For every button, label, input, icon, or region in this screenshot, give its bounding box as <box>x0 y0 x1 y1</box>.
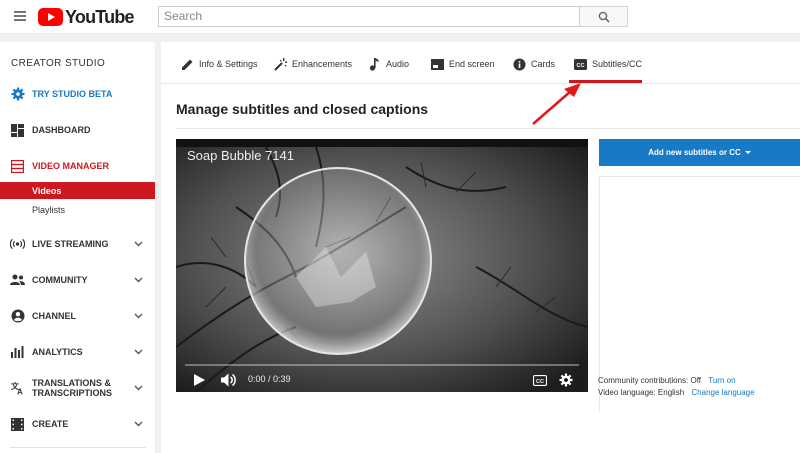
tab-label: Audio <box>386 59 410 69</box>
menu-icon[interactable] <box>14 11 26 21</box>
sidebar-item-community[interactable]: COMMUNITY <box>0 270 155 290</box>
sidebar-item-live-streaming[interactable]: LIVE STREAMING <box>0 234 155 254</box>
page-title: Manage subtitles and closed captions <box>176 101 429 117</box>
account-icon <box>10 309 25 324</box>
gear-icon <box>10 87 25 102</box>
sidebar-divider <box>10 447 146 448</box>
settings-gear-icon[interactable] <box>559 372 573 388</box>
end-screen-icon <box>430 57 444 71</box>
top-bar: YouTube Search <box>0 0 800 34</box>
tab-enhancements[interactable]: Enhancements <box>273 56 352 72</box>
tab-label: Info & Settings <box>199 59 258 69</box>
sidebar: CREATOR STUDIO TRY STUDIO BETA DASHBOARD… <box>0 42 155 453</box>
play-icon[interactable] <box>194 372 205 388</box>
player-controls: 0:00 / 0:39 CC <box>176 368 588 392</box>
sidebar-item-channel[interactable]: CHANNEL <box>0 306 155 326</box>
cc-icon: CC <box>573 57 587 71</box>
chevron-down-icon[interactable] <box>133 347 143 357</box>
volume-icon[interactable] <box>221 372 237 388</box>
sidebar-item-label: ANALYTICS <box>32 347 83 357</box>
chevron-down-icon[interactable] <box>133 311 143 321</box>
tab-label: Enhancements <box>292 59 353 69</box>
community-contributions-status: Community contributions: Off <box>598 376 702 385</box>
chevron-down-icon[interactable] <box>133 239 143 249</box>
video-player[interactable]: Soap Bubble 7141 0:00 / 0:39 CC <box>176 139 588 392</box>
video-manager-icon <box>10 159 25 174</box>
creator-studio-title: CREATOR STUDIO <box>11 58 106 69</box>
video-thumbnail <box>176 147 588 392</box>
sidebar-item-analytics[interactable]: ANALYTICS <box>0 342 155 362</box>
sidebar-item-label: COMMUNITY <box>32 275 88 285</box>
music-note-icon <box>367 57 381 71</box>
tab-end-screen[interactable]: End screen <box>430 56 495 72</box>
add-subtitles-label: Add new subtitles or CC <box>648 148 741 157</box>
time-display: 0:00 / 0:39 <box>248 374 291 384</box>
svg-text:CC: CC <box>576 62 584 68</box>
bar-chart-icon <box>10 345 25 360</box>
svg-text:CC: CC <box>536 378 544 384</box>
youtube-play-icon <box>38 8 63 26</box>
sidebar-item-label: LIVE STREAMING <box>32 239 109 249</box>
chevron-down-icon[interactable] <box>133 275 143 285</box>
sidebar-subitem-videos[interactable]: Videos <box>0 182 155 199</box>
tab-audio[interactable]: Audio <box>367 56 409 72</box>
logo-text: YouTube <box>65 6 135 27</box>
sidebar-item-try-studio-beta[interactable]: TRY STUDIO BETA <box>0 84 155 104</box>
pencil-icon <box>180 57 194 71</box>
dashboard-icon <box>10 123 25 138</box>
change-language-link[interactable]: Change language <box>691 388 754 397</box>
chevron-down-icon[interactable] <box>133 419 143 429</box>
sidebar-item-label: CREATE <box>32 419 69 429</box>
video-title: Soap Bubble 7141 <box>187 148 294 163</box>
cc-icon[interactable]: CC <box>533 372 547 388</box>
editor-tabs: Info & Settings Enhancements Audio End s… <box>161 42 800 84</box>
main-content: Info & Settings Enhancements Audio End s… <box>161 42 800 453</box>
sidebar-item-translations[interactable]: 文A TRANSLATIONS & TRANSCRIPTIONS <box>0 378 155 398</box>
active-tab-indicator <box>569 80 642 83</box>
sidebar-item-label: VIDEO MANAGER <box>32 161 110 171</box>
add-subtitles-button[interactable]: Add new subtitles or CC <box>599 139 800 166</box>
turn-on-link[interactable]: Turn on <box>708 376 735 385</box>
progress-bar[interactable] <box>185 364 579 366</box>
tab-subtitles-cc[interactable]: CC Subtitles/CC <box>573 56 642 72</box>
caret-down-icon <box>744 151 751 154</box>
magic-wand-icon <box>273 57 287 71</box>
sidebar-item-label: CHANNEL <box>32 311 76 321</box>
people-icon <box>10 273 25 288</box>
panel-divider <box>599 176 800 177</box>
broadcast-icon <box>10 237 25 252</box>
youtube-logo[interactable]: YouTube <box>38 6 135 27</box>
sidebar-subitem-playlists[interactable]: Playlists <box>0 201 155 218</box>
sidebar-item-video-manager[interactable]: VIDEO MANAGER <box>0 156 155 176</box>
svg-text:A: A <box>17 388 23 396</box>
sidebar-item-label: TRANSLATIONS & TRANSCRIPTIONS <box>32 378 113 398</box>
sidebar-item-label: TRY STUDIO BETA <box>32 89 113 99</box>
tab-label: Subtitles/CC <box>592 59 643 69</box>
search-icon <box>598 11 610 23</box>
movie-icon <box>10 417 25 432</box>
tab-cards[interactable]: Cards <box>512 56 555 72</box>
translate-icon: 文A <box>10 381 25 396</box>
tab-info-settings[interactable]: Info & Settings <box>180 56 258 72</box>
sidebar-item-create[interactable]: CREATE <box>0 414 155 434</box>
search-input[interactable]: Search <box>158 6 580 27</box>
info-icon <box>512 57 526 71</box>
divider <box>176 128 800 129</box>
tab-label: Cards <box>531 59 556 69</box>
chevron-down-icon[interactable] <box>133 383 143 393</box>
video-language-row: Video language: English Change language <box>598 388 755 397</box>
video-language-value: Video language: English <box>598 388 685 397</box>
tab-label: End screen <box>449 59 495 69</box>
sidebar-item-label: DASHBOARD <box>32 125 91 135</box>
search-button[interactable] <box>579 6 628 27</box>
sidebar-item-dashboard[interactable]: DASHBOARD <box>0 120 155 140</box>
community-contributions-row: Community contributions: Off Turn on <box>598 376 736 385</box>
